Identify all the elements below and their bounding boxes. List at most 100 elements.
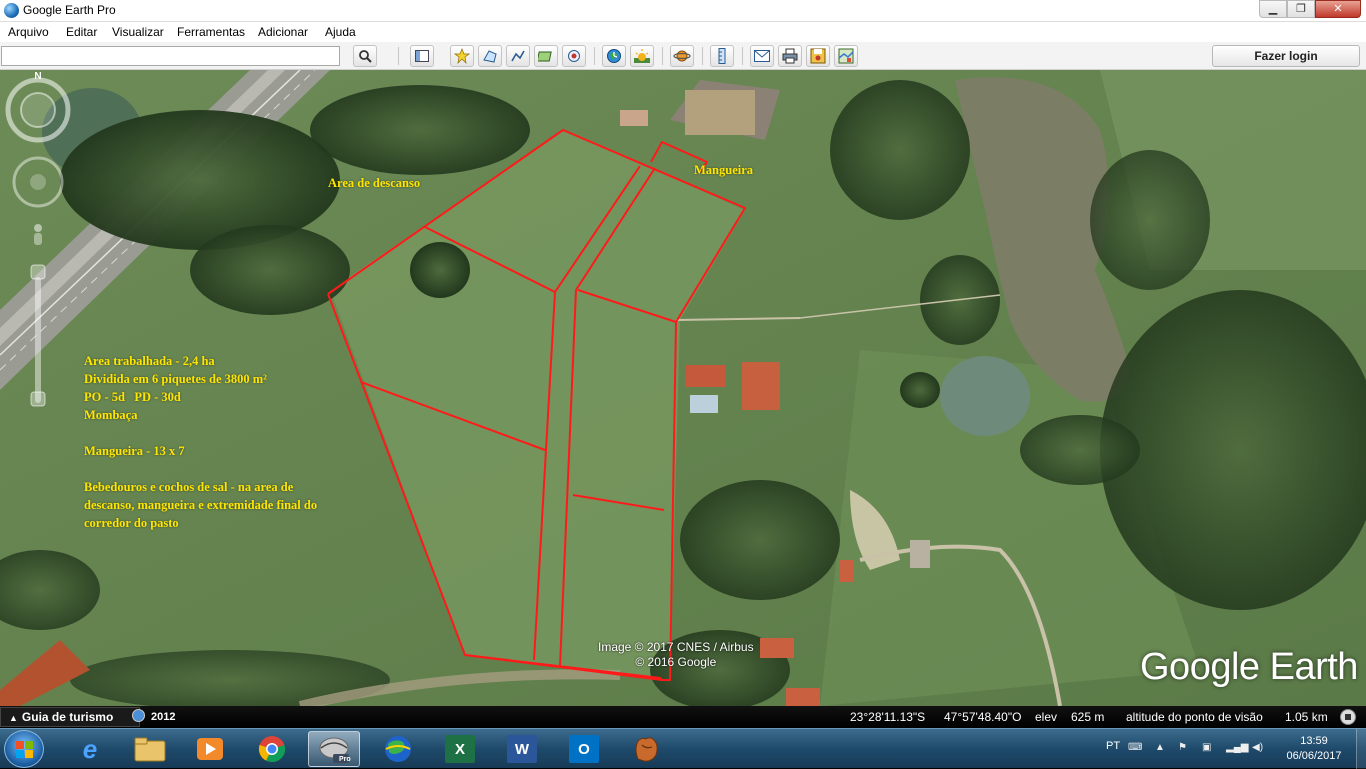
rest-area-label[interactable]: Area de descanso (328, 176, 420, 191)
view-in-maps-button[interactable] (834, 45, 858, 67)
map-view[interactable]: Area de descanso Mangueira Area trabalha… (0, 70, 1366, 706)
lane-line-left (533, 165, 641, 661)
chrome-icon (258, 736, 286, 763)
imagery-date-indicator[interactable]: 2012 (132, 709, 175, 723)
note-line: Dividida em 6 piquetes de 3800 m² (84, 372, 267, 386)
taskbar-outlook[interactable]: O (558, 731, 610, 767)
menu-bar: Arquivo Editar Visualizar Ferramentas Ad… (0, 22, 1366, 42)
historical-imagery-button[interactable] (602, 45, 626, 67)
pan-control-icon[interactable] (12, 156, 64, 208)
add-polygon-button[interactable] (478, 45, 502, 67)
sunlight-icon (634, 49, 650, 63)
outlook-icon: O (569, 735, 599, 763)
add-placemark-button[interactable] (450, 45, 474, 67)
login-button[interactable]: Fazer login (1212, 45, 1360, 67)
menu-visualizar[interactable]: Visualizar (112, 25, 164, 39)
close-button[interactable]: ✕ (1315, 0, 1361, 18)
attribution-line: © 2016 Google (635, 655, 717, 669)
ruler-icon (718, 48, 726, 64)
elevation-value: 625 m (1071, 710, 1105, 724)
windows-taskbar: e Pro X W O PT ⌨ ▲ ⚑ ▣ ▂▄▆ ◀) 13:59 06/0… (0, 728, 1366, 769)
stop-loading-icon[interactable] (1340, 709, 1356, 725)
save-image-icon (810, 48, 826, 64)
zoom-slider[interactable] (30, 264, 46, 407)
sunlight-button[interactable] (630, 45, 654, 67)
status-bar: ▲ Guia de turismo 2012 23°28'11.13"S 47°5… (0, 706, 1366, 728)
taskbar-file-explorer[interactable] (124, 731, 176, 767)
taskbar-excel[interactable]: X (434, 731, 486, 767)
menu-adicionar[interactable]: Adicionar (258, 25, 308, 39)
note-line: Mangueira - 13 x 7 (84, 444, 185, 458)
network-signal-icon[interactable]: ▂▄▆ (1226, 742, 1248, 754)
corral-label[interactable]: Mangueira (694, 163, 753, 178)
show-hidden-icons-icon[interactable]: ▲ (1155, 742, 1169, 754)
note-line (84, 460, 324, 478)
compass-icon[interactable] (5, 77, 71, 143)
taskbar-media-player[interactable] (184, 731, 236, 767)
tour-guide-label: Guia de turismo (21, 710, 114, 724)
taskbar-google-earth-pro[interactable]: Pro (308, 731, 360, 767)
flag-icon[interactable]: ⚑ (1178, 742, 1192, 754)
note-line: Bebedouros e cochos de sal - na area de … (84, 480, 318, 530)
system-tray: PT ⌨ ▲ ⚑ ▣ ▂▄▆ ◀) 13:59 06/06/2017 (1100, 729, 1366, 769)
longitude-readout: 47°57'48.40"O (944, 710, 1022, 724)
ruler-button[interactable] (710, 45, 734, 67)
menu-editar[interactable]: Editar (66, 25, 97, 39)
paddock-outline (327, 129, 746, 681)
email-button[interactable] (750, 45, 774, 67)
eye-altitude-value: 1.05 km (1285, 710, 1328, 724)
word-icon: W (507, 735, 537, 763)
print-button[interactable] (778, 45, 802, 67)
elevation-label: elev (1035, 710, 1058, 724)
media-player-icon (197, 738, 223, 760)
pro-badge: Pro (339, 756, 351, 763)
search-input[interactable] (1, 46, 340, 66)
lane-line-right (559, 167, 656, 667)
language-indicator[interactable]: PT (1106, 740, 1120, 752)
menu-arquivo[interactable]: Arquivo (8, 25, 49, 39)
volume-icon[interactable]: ◀) (1252, 742, 1266, 754)
clock-icon (132, 709, 145, 722)
sidebar-icon (415, 50, 429, 62)
note-line: Area trabalhada - 2,4 ha (84, 354, 215, 368)
add-path-button[interactable] (506, 45, 530, 67)
tour-guide-button[interactable]: ▲ Guia de turismo (0, 707, 140, 727)
note-line: PO - 5d PD - 30d (84, 390, 181, 404)
zoom-out-icon (30, 391, 46, 407)
maximize-button[interactable]: ❐ (1287, 0, 1315, 18)
add-image-overlay-button[interactable] (534, 45, 558, 67)
attribution-line: Image © 2017 CNES / Airbus (598, 640, 754, 654)
taskbar-word[interactable]: W (496, 731, 548, 767)
show-desktop-button[interactable] (1356, 729, 1366, 769)
start-button[interactable] (4, 730, 44, 768)
excel-icon: X (445, 735, 475, 763)
taskbar-baseball-app[interactable] (620, 731, 672, 767)
paddock-divider-1 (424, 226, 556, 293)
planets-icon (673, 50, 691, 62)
device-icon[interactable]: ▣ (1202, 742, 1216, 754)
taskbar-globe-app[interactable] (372, 731, 424, 767)
internet-explorer-icon: e (82, 733, 98, 764)
sidebar-toggle-button[interactable] (410, 45, 434, 67)
planets-button[interactable] (670, 45, 694, 67)
system-clock[interactable]: 13:59 06/06/2017 (1286, 734, 1342, 764)
google-earth-app-icon (4, 3, 19, 18)
menu-ajuda[interactable]: Ajuda (325, 25, 356, 39)
taskbar-internet-explorer[interactable]: e (64, 731, 116, 767)
zoom-in-icon (30, 264, 46, 280)
search-button[interactable] (353, 45, 377, 67)
keyboard-icon[interactable]: ⌨ (1128, 742, 1142, 754)
record-tour-button[interactable] (562, 45, 586, 67)
google-earth-logo: Google Earth (1140, 646, 1358, 688)
taskbar-chrome[interactable] (246, 731, 298, 767)
historical-imagery-icon (607, 49, 621, 63)
save-image-button[interactable] (806, 45, 830, 67)
view-in-maps-icon (838, 48, 854, 64)
pasture-notes[interactable]: Area trabalhada - 2,4 ha Dividida em 6 p… (84, 352, 324, 532)
menu-ferramentas[interactable]: Ferramentas (177, 25, 245, 39)
record-tour-icon (568, 50, 580, 62)
minimize-button[interactable]: ▁ (1259, 0, 1287, 18)
street-view-pegman-icon[interactable] (34, 224, 42, 245)
print-icon (782, 48, 798, 64)
navigation-controls[interactable]: N (0, 70, 76, 420)
